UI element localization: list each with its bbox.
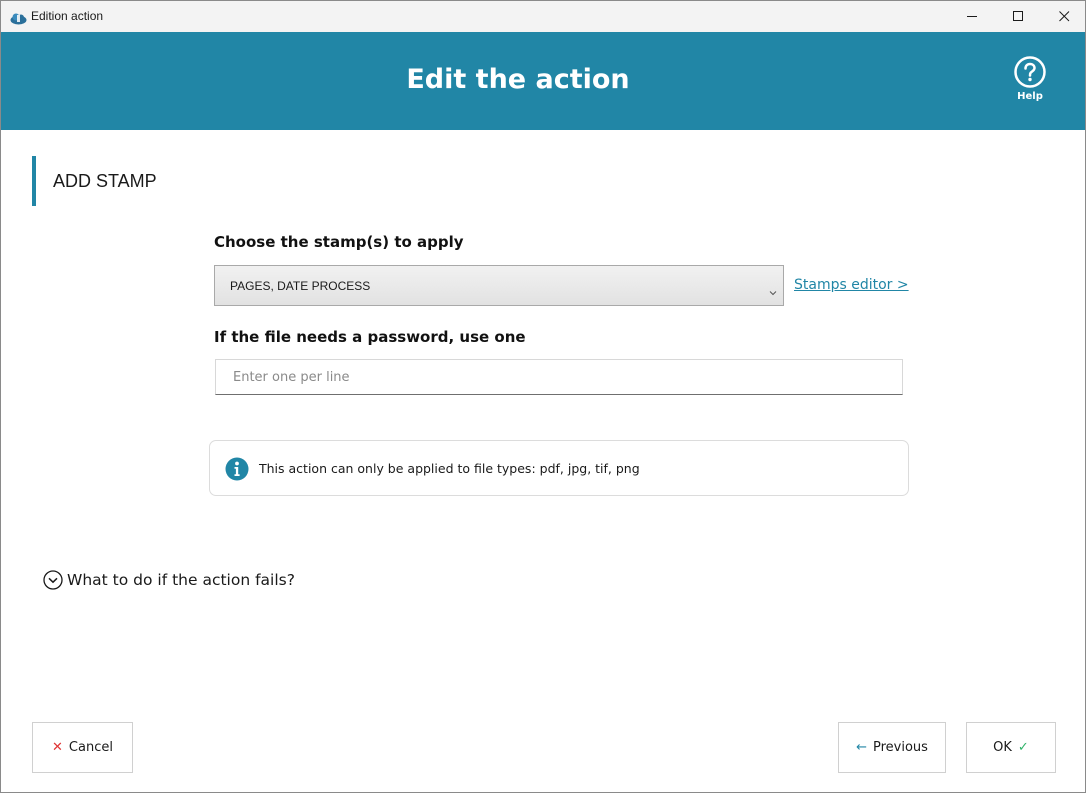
cancel-label: Cancel — [68, 740, 113, 755]
maximize-icon — [1012, 11, 1023, 21]
failure-options-label: What to do if the action fails? — [67, 571, 295, 589]
app-cloud-icon — [10, 10, 27, 25]
password-input[interactable] — [215, 359, 903, 395]
help-label: Help — [1017, 91, 1043, 102]
info-box: This action can only be applied to file … — [209, 440, 909, 496]
stamps-editor-link[interactable]: Stamps editor > — [794, 277, 909, 293]
chevron-circle-down-icon — [43, 570, 63, 590]
info-icon — [225, 457, 249, 485]
cancel-button[interactable]: ✕ Cancel — [32, 722, 133, 773]
stamp-select-value: PAGES, DATE PROCESS — [230, 279, 371, 293]
password-label: If the file needs a password, use one — [214, 328, 526, 346]
close-window-button[interactable] — [1041, 1, 1086, 32]
minimize-button[interactable] — [949, 1, 995, 32]
section-accent-bar — [32, 156, 36, 206]
help-button[interactable]: Help — [1009, 56, 1051, 110]
page-title: Edit the action — [406, 64, 630, 95]
ok-label: OK — [993, 740, 1012, 755]
chevron-down-icon — [769, 281, 777, 300]
ok-button[interactable]: OK ✓ — [966, 722, 1056, 773]
stamp-select[interactable]: PAGES, DATE PROCESS — [214, 265, 784, 306]
section-title: ADD STAMP — [53, 171, 157, 191]
previous-label: Previous — [872, 740, 928, 755]
failure-options-toggle[interactable]: What to do if the action fails? — [43, 569, 295, 591]
window-title: Edition action — [31, 9, 104, 23]
check-icon: ✓ — [1017, 740, 1029, 755]
maximize-button[interactable] — [995, 1, 1041, 32]
title-bar: Edition action — [1, 1, 1085, 32]
close-icon — [1058, 11, 1069, 22]
help-question-icon — [1014, 56, 1046, 88]
close-icon: ✕ — [52, 740, 63, 755]
header-banner: Edit the action Help — [1, 32, 1085, 130]
arrow-left-icon: ← — [856, 740, 867, 755]
minimize-icon — [966, 16, 977, 17]
stamp-label: Choose the stamp(s) to apply — [214, 233, 464, 251]
previous-button[interactable]: ← Previous — [838, 722, 946, 773]
edition-action-window: Edition action Edit the action Help ADD … — [0, 0, 1086, 793]
info-text: This action can only be applied to file … — [259, 461, 640, 476]
